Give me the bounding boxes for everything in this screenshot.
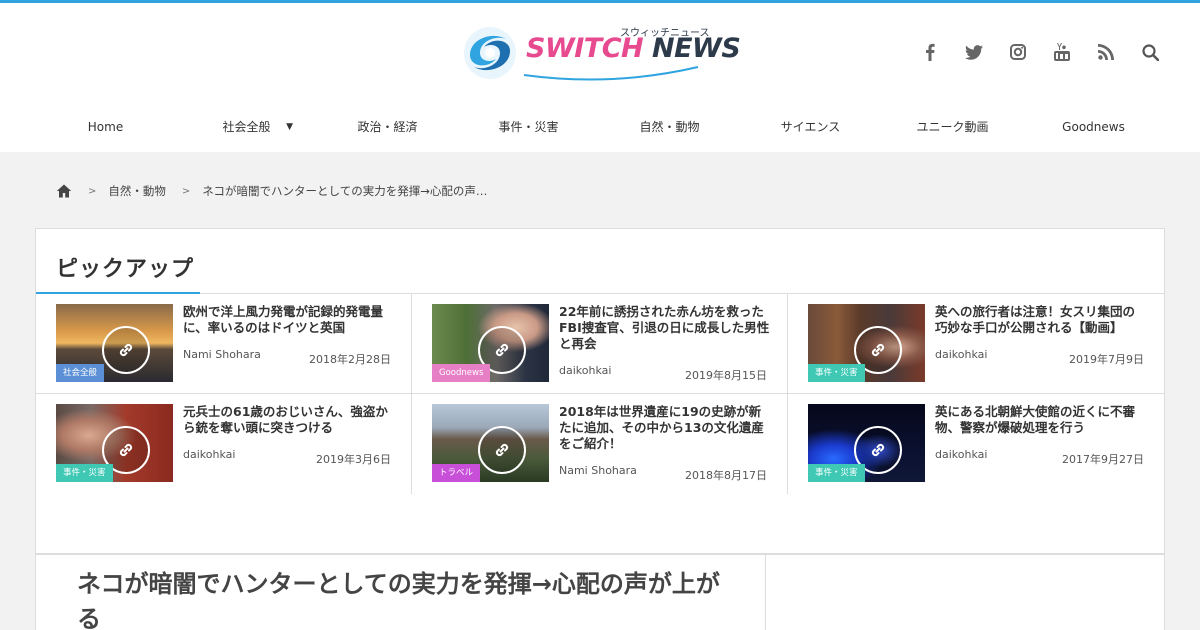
nav-nature[interactable]: 自然・動物 — [599, 113, 740, 141]
pickup-section: ピックアップ 社会全般 欧州で洋上風力発電が記録的発電量に、率いるのはドイツと英… — [35, 228, 1165, 554]
pickup-item-author: daikohkai — [935, 348, 988, 361]
pickup-item-title[interactable]: 元兵士の61歳のおじいさん、強盗から銃を奪い頭に突きつける — [183, 404, 395, 436]
thumbnail[interactable]: 事件・災害 — [808, 404, 925, 482]
rss-icon[interactable] — [1096, 41, 1116, 63]
category-badge: 社会全般 — [56, 364, 105, 382]
chevron-down-icon: ▼ — [286, 122, 293, 132]
pickup-item[interactable]: 事件・災害 元兵士の61歳のおじいさん、強盗から銃を奪い頭に突きつける daik… — [36, 394, 412, 494]
category-badge: 事件・災害 — [56, 464, 113, 482]
category-badge: Goodnews — [432, 364, 491, 382]
pickup-heading: ピックアップ — [56, 257, 195, 282]
sidebar-panel — [766, 554, 1165, 630]
instagram-icon[interactable] — [1008, 41, 1028, 63]
pickup-item-title[interactable]: 2018年は世界遺産に19の史跡が新たに追加、その中から13の文化遺産をご紹介！ — [559, 404, 771, 452]
nav-politics[interactable]: 政治・経済 — [317, 113, 458, 141]
breadcrumb-category[interactable]: 自然・動物 — [108, 183, 166, 199]
pickup-item-date: 2017年9月27日 — [1062, 453, 1144, 466]
category-badge: 事件・災害 — [808, 364, 865, 382]
pickup-item-date: 2019年8月15日 — [685, 369, 767, 382]
main-nav: Home 社会全般 ▼ 政治・経済 事件・災害 自然・動物 サイエンス ユニーク動… — [0, 113, 1200, 145]
link-icon — [102, 326, 150, 374]
pickup-item[interactable]: 事件・災害 英にある北朝鮮大使館の近くに不審物、警察が爆破処理を行う daiko… — [788, 394, 1164, 494]
facebook-icon[interactable] — [920, 41, 940, 63]
social-icons — [920, 41, 1160, 63]
nav-incidents[interactable]: 事件・災害 — [458, 113, 599, 141]
pickup-item[interactable]: 事件・災害 英への旅行者は注意！女スリ集団の巧妙な手口が公開される【動画】 da… — [788, 294, 1164, 394]
youtube-icon[interactable] — [1052, 41, 1072, 63]
pickup-item[interactable]: 社会全般 欧州で洋上風力発電が記録的発電量に、率いるのはドイツと英国 Nami … — [36, 294, 412, 394]
pickup-item-title[interactable]: 22年前に誘拐された赤ん坊を救ったFBI捜査官、引退の日に成長した男性と再会 — [559, 304, 771, 352]
nav-goodnews[interactable]: Goodnews — [1023, 113, 1164, 141]
breadcrumb-separator: > — [181, 185, 191, 197]
thumbnail[interactable]: トラベル — [432, 404, 549, 482]
nav-science[interactable]: サイエンス — [740, 113, 881, 141]
pickup-item[interactable]: Goodnews 22年前に誘拐された赤ん坊を救ったFBI捜査官、引退の日に成長… — [412, 294, 788, 394]
thumbnail[interactable]: 事件・災害 — [808, 304, 925, 382]
pickup-item[interactable]: トラベル 2018年は世界遺産に19の史跡が新たに追加、その中から13の文化遺産… — [412, 394, 788, 494]
article-panel: ネコが暗闇でハンターとしての実力を発揮→心配の声が上がる — [35, 554, 766, 630]
home-icon[interactable] — [56, 183, 72, 199]
pickup-item-author: Nami Shohara — [183, 348, 261, 361]
site-header: SWITCH NEWS スウィッチニュース Home 社会全般 ▼ 政治・経済 事… — [0, 3, 1200, 152]
category-badge: トラベル — [432, 464, 481, 482]
logo-mark-icon — [464, 27, 516, 79]
pickup-item-author: daikohkai — [935, 448, 988, 461]
thumbnail[interactable]: Goodnews — [432, 304, 549, 382]
thumbnail[interactable]: 社会全般 — [56, 304, 173, 382]
pickup-item-title[interactable]: 英への旅行者は注意！女スリ集団の巧妙な手口が公開される【動画】 — [935, 304, 1147, 336]
nav-society[interactable]: 社会全般 ▼ — [176, 113, 317, 141]
search-icon[interactable] — [1140, 41, 1160, 63]
thumbnail[interactable]: 事件・災害 — [56, 404, 173, 482]
nav-home[interactable]: Home — [35, 113, 176, 141]
pickup-item-date: 2019年3月6日 — [316, 453, 391, 466]
logo-kana: スウィッチニュース — [620, 28, 710, 39]
nav-unique-video[interactable]: ユニーク動画 — [882, 113, 1023, 141]
pickup-item-date: 2018年2月28日 — [309, 353, 391, 366]
link-icon — [478, 426, 526, 474]
pickup-item-author: Nami Shohara — [559, 464, 637, 477]
pickup-item-title[interactable]: 欧州で洋上風力発電が記録的発電量に、率いるのはドイツと英国 — [183, 304, 395, 336]
site-logo[interactable]: SWITCH NEWS スウィッチニュース — [462, 21, 741, 87]
breadcrumb: > 自然・動物 > ネコが暗闇でハンターとしての実力を発揮→心配の声… — [56, 180, 487, 202]
article-title: ネコが暗闇でハンターとしての実力を発揮→心配の声が上がる — [77, 570, 720, 630]
pickup-item-author: daikohkai — [559, 364, 612, 377]
pickup-item-date: 2019年7月9日 — [1069, 353, 1144, 366]
pickup-item-date: 2018年8月17日 — [685, 469, 767, 482]
pickup-item-author: daikohkai — [183, 448, 236, 461]
logo-swoosh — [523, 66, 699, 81]
pickup-item-title[interactable]: 英にある北朝鮮大使館の近くに不審物、警察が爆破処理を行う — [935, 404, 1147, 436]
category-badge: 事件・災害 — [808, 464, 865, 482]
breadcrumb-separator: > — [88, 185, 97, 197]
breadcrumb-current: ネコが暗闇でハンターとしての実力を発揮→心配の声… — [202, 184, 488, 198]
twitter-icon[interactable] — [964, 41, 984, 63]
